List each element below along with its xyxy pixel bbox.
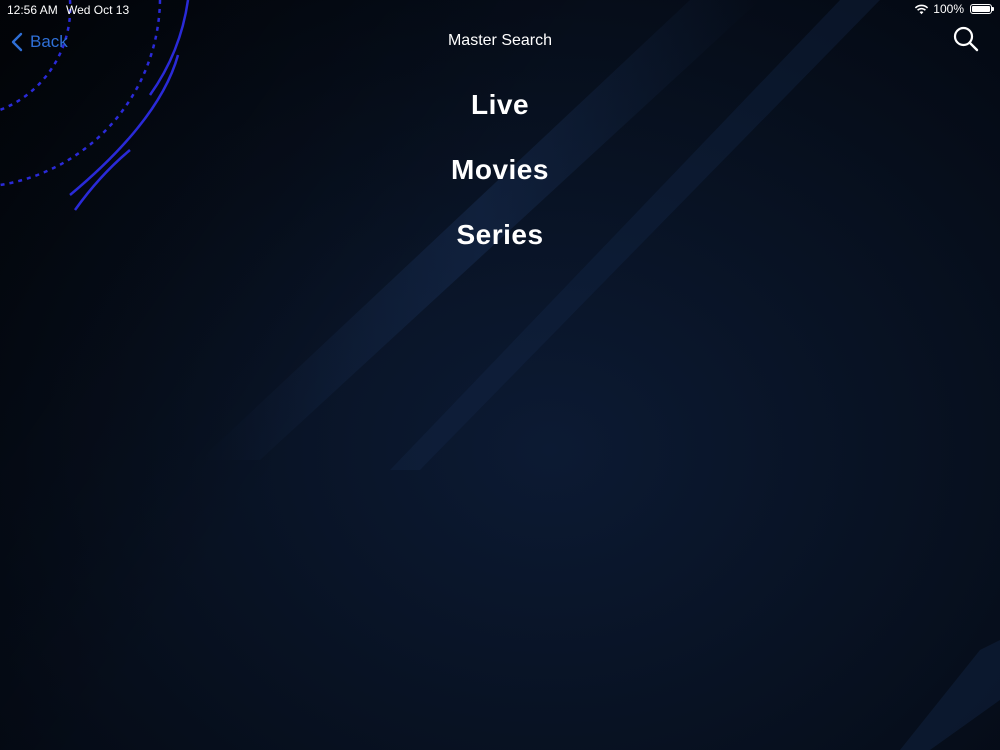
status-bar: 12:56 AM Wed Oct 13 100% (0, 0, 1000, 20)
status-indicators: 100% (914, 2, 994, 16)
status-date: Wed Oct 13 (66, 3, 130, 17)
category-label: Series (456, 218, 544, 250)
category-movies[interactable]: Movies (0, 137, 1000, 202)
status-time: 12:56 AM (7, 3, 58, 17)
search-icon[interactable] (952, 25, 980, 53)
category-label: Movies (451, 153, 549, 185)
wifi-icon (915, 4, 929, 15)
page-title: Master Search (447, 32, 553, 49)
category-series[interactable]: Series (0, 202, 1000, 267)
category-list: Live Movies Series (0, 72, 1000, 267)
category-label: Live (470, 88, 530, 120)
battery-icon (970, 4, 994, 14)
battery-percent: 100% (933, 2, 964, 16)
master-search-screen: 12:56 AM Wed Oct 13 100% Back Master Sea… (0, 0, 1000, 750)
category-live[interactable]: Live (0, 72, 1000, 137)
battery-fill (972, 6, 990, 12)
